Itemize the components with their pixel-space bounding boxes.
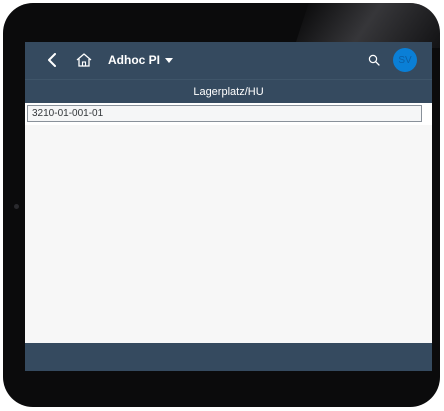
shell-bar: Adhoc PI SV (25, 42, 432, 79)
back-button[interactable] (44, 52, 60, 68)
home-icon (76, 53, 92, 67)
search-icon (368, 54, 380, 66)
avatar-initials: SV (398, 54, 412, 66)
caret-down-icon (165, 57, 174, 63)
storage-bin-input[interactable] (27, 105, 422, 122)
camera-dot (14, 204, 19, 209)
app-title-menu[interactable]: Adhoc PI (108, 52, 174, 68)
tablet-frame: Adhoc PI SV Lagerplatz/HU (3, 3, 440, 407)
page-sub-header: Lagerplatz/HU (25, 79, 432, 103)
user-avatar[interactable]: SV (393, 48, 417, 72)
back-icon (48, 53, 56, 67)
footer-toolbar (25, 343, 432, 371)
page-title: Lagerplatz/HU (193, 85, 264, 98)
input-row (25, 103, 432, 125)
content-area (25, 125, 432, 343)
app-screen: Adhoc PI SV Lagerplatz/HU (25, 42, 432, 371)
search-button[interactable] (366, 52, 382, 68)
app-title: Adhoc PI (108, 53, 161, 67)
home-button[interactable] (75, 52, 93, 68)
